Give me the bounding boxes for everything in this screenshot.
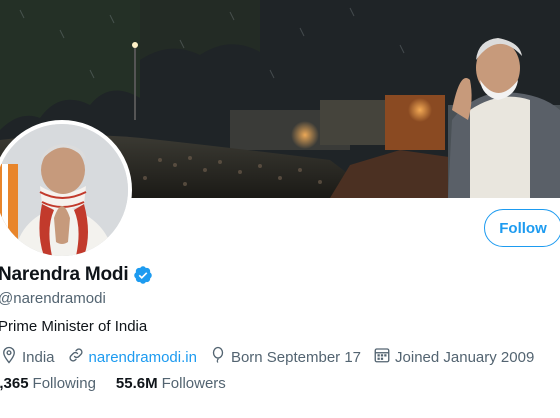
joined-text: Joined January 2009 (395, 348, 535, 366)
followers-count: 55.6M (115, 375, 158, 392)
follow-stats: 2,365 Following 55.6M Followers (0, 375, 246, 392)
following-count: 2,365 (0, 375, 29, 392)
location-pin-icon (0, 346, 22, 368)
balloon-icon (209, 346, 231, 368)
display-name: Narendra Modi (0, 264, 129, 285)
website-link[interactable]: narendramodi.in (89, 349, 197, 366)
followers-label: Followers (161, 375, 226, 392)
birthday: Born September 17 (209, 346, 361, 368)
followers-stat[interactable]: 55.6M Followers (116, 375, 226, 392)
following-label: Following (32, 375, 96, 392)
website[interactable]: narendramodi.in (67, 346, 197, 368)
profile-page: Follow Narendra Modi @narendramodi Prime… (0, 0, 560, 418)
name-row: Narendra Modi (0, 264, 153, 286)
bio: Prime Minister of India (0, 318, 148, 335)
follow-button[interactable]: Follow (484, 209, 560, 247)
location: India (0, 346, 55, 368)
link-icon (67, 346, 89, 368)
location-text: India (22, 348, 55, 366)
verified-badge-icon (133, 265, 153, 285)
profile-meta: India narendramodi.in Born September 17 (0, 346, 546, 368)
following-stat[interactable]: 2,365 Following (0, 375, 96, 392)
joined: Joined January 2009 (373, 346, 534, 368)
handle: @narendramodi (0, 290, 106, 307)
avatar[interactable] (0, 120, 132, 260)
calendar-icon (373, 346, 395, 368)
birthday-text: Born September 17 (230, 348, 362, 366)
